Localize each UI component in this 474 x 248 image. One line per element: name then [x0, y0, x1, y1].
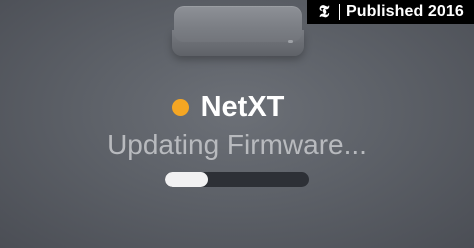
- router-led-icon: [288, 40, 293, 43]
- firmware-progress-fill: [165, 172, 209, 187]
- badge-divider: [339, 4, 340, 20]
- device-name: NetXT: [200, 90, 285, 123]
- router-top: [174, 6, 302, 42]
- firmware-progress-bar: [165, 172, 309, 187]
- device-status-row: NetXT: [0, 87, 474, 127]
- publish-date-label: Published 2016: [346, 3, 464, 20]
- status-indicator-icon: [171, 98, 189, 116]
- publisher-logo: 𝕿: [318, 1, 330, 22]
- publisher-badge: 𝕿 Published 2016: [307, 0, 474, 24]
- router-icon: [172, 0, 304, 64]
- update-status-message: Updating Firmware...: [107, 129, 367, 160]
